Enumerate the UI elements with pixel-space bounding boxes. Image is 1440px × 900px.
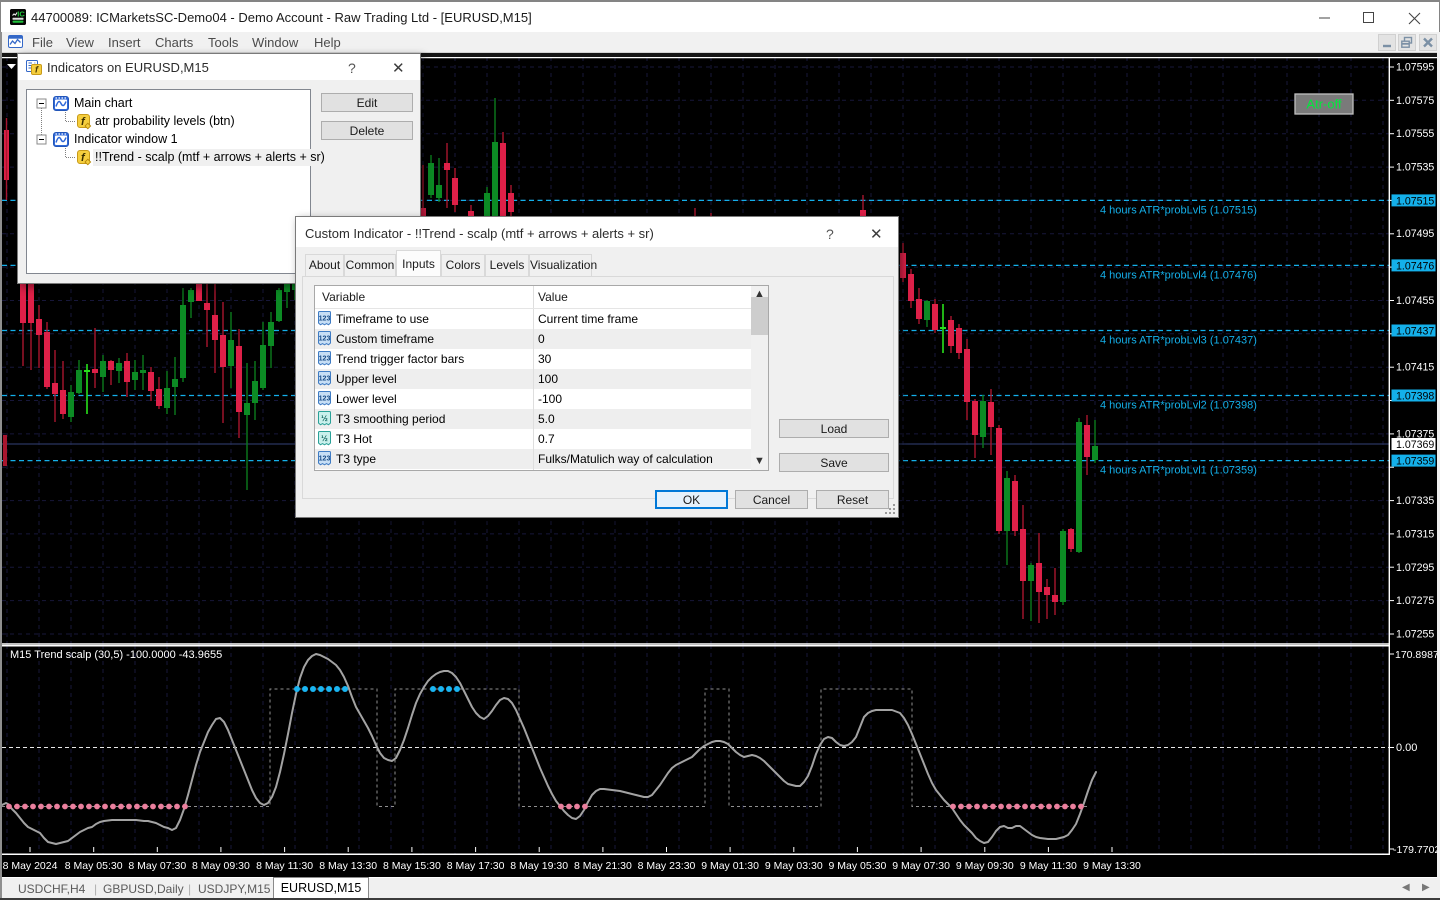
svg-text:8 May 09:30: 8 May 09:30: [192, 860, 250, 872]
svg-text:170.8987: 170.8987: [1395, 649, 1437, 661]
svg-text:1.07476: 1.07476: [1396, 260, 1434, 272]
svg-text:-179.7702: -179.7702: [1393, 844, 1437, 855]
svg-text:9 May 07:30: 9 May 07:30: [892, 860, 950, 872]
svg-text:0.00: 0.00: [1396, 742, 1417, 754]
svg-text:1.07275: 1.07275: [1396, 595, 1434, 607]
svg-text:1.07398: 1.07398: [1396, 391, 1434, 403]
svg-text:1.07555: 1.07555: [1396, 128, 1434, 140]
svg-text:1.07595: 1.07595: [1396, 62, 1434, 74]
svg-text:1.07359: 1.07359: [1396, 456, 1434, 468]
svg-text:4 hours ATR*probLvl5 (1.07515): 4 hours ATR*probLvl5 (1.07515): [1100, 204, 1257, 216]
svg-text:M15 Trend scalp (30,5) -100.00: M15 Trend scalp (30,5) -100.0000 -43.965…: [10, 649, 222, 661]
svg-text:4 hours ATR*probLvl4 (1.07476): 4 hours ATR*probLvl4 (1.07476): [1100, 269, 1257, 281]
svg-text:4 hours ATR*probLvl2 (1.07398): 4 hours ATR*probLvl2 (1.07398): [1100, 400, 1257, 412]
svg-text:9 May 11:30: 9 May 11:30: [1020, 860, 1077, 872]
svg-text:1.07415: 1.07415: [1396, 362, 1434, 374]
svg-text:9 May 01:30: 9 May 01:30: [701, 860, 759, 872]
svg-text:1.07315: 1.07315: [1396, 528, 1434, 540]
svg-text:8 May 23:30: 8 May 23:30: [638, 860, 696, 872]
svg-text:1.07515: 1.07515: [1396, 195, 1434, 207]
svg-text:8 May 05:30: 8 May 05:30: [65, 860, 123, 872]
svg-text:8 May 2024: 8 May 2024: [3, 860, 58, 872]
svg-text:9 May 03:30: 9 May 03:30: [765, 860, 823, 872]
svg-text:9 May 09:30: 9 May 09:30: [956, 860, 1014, 872]
svg-text:8 May 11:30: 8 May 11:30: [256, 860, 313, 872]
svg-text:4 hours ATR*probLvl1 (1.07359): 4 hours ATR*probLvl1 (1.07359): [1100, 465, 1257, 477]
svg-text:1.07575: 1.07575: [1396, 95, 1434, 107]
svg-text:1.07255: 1.07255: [1396, 629, 1434, 641]
svg-text:9 May 05:30: 9 May 05:30: [829, 860, 887, 872]
svg-text:IC: IC: [17, 10, 25, 19]
svg-text:8 May 13:30: 8 May 13:30: [319, 860, 377, 872]
svg-text:4 hours ATR*probLvl3 (1.07437): 4 hours ATR*probLvl3 (1.07437): [1100, 335, 1257, 347]
svg-text:1.07535: 1.07535: [1396, 162, 1434, 174]
svg-text:Atr-off: Atr-off: [1306, 97, 1342, 112]
svg-text:9 May 13:30: 9 May 13:30: [1083, 860, 1141, 872]
svg-text:8 May 17:30: 8 May 17:30: [447, 860, 505, 872]
svg-text:8 May 15:30: 8 May 15:30: [383, 860, 441, 872]
svg-text:8 May 21:30: 8 May 21:30: [574, 860, 632, 872]
svg-text:1.07437: 1.07437: [1396, 326, 1434, 338]
svg-text:1.07455: 1.07455: [1396, 295, 1434, 307]
svg-text:8 May 19:30: 8 May 19:30: [510, 860, 568, 872]
svg-text:1.07335: 1.07335: [1396, 495, 1434, 507]
svg-text:1.07369: 1.07369: [1396, 439, 1434, 451]
svg-text:1.07295: 1.07295: [1396, 562, 1434, 574]
svg-text:1.07495: 1.07495: [1396, 228, 1434, 240]
svg-text:8 May 07:30: 8 May 07:30: [128, 860, 186, 872]
